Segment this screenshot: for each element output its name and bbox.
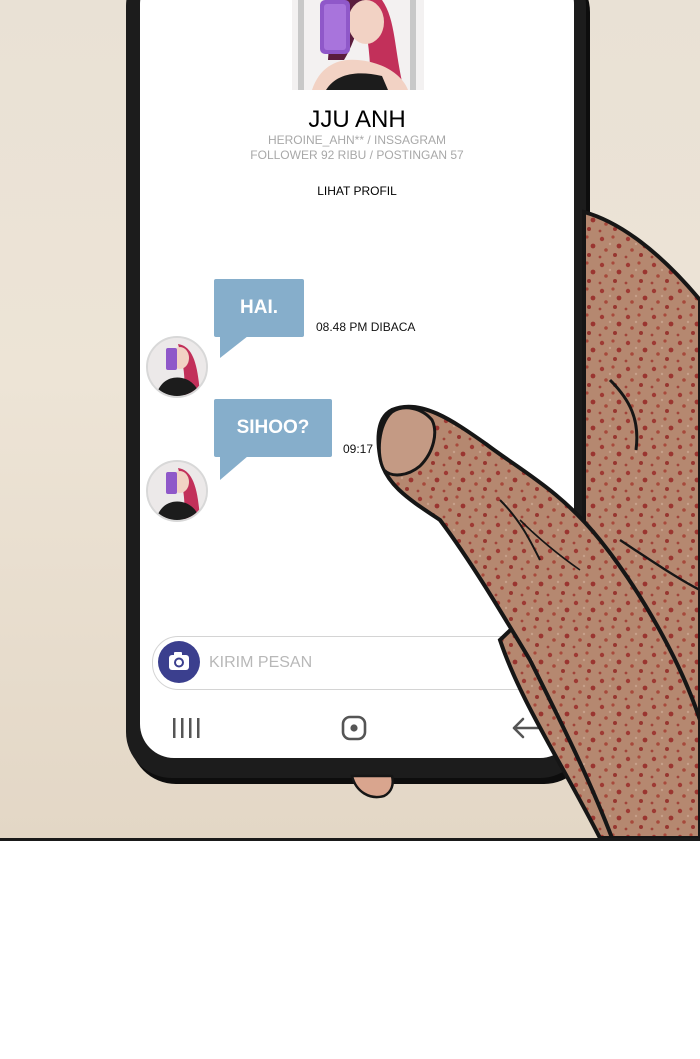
hand-illustration	[350, 209, 700, 838]
comic-panel: JJU ANH HEROINE_AHN** / INSSAGRAM FOLLOW…	[0, 0, 700, 841]
